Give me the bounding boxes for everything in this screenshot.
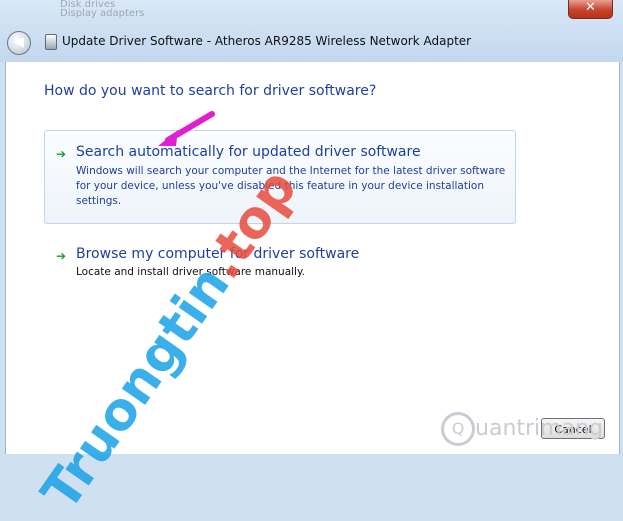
green-arrow-icon: ➔ (56, 249, 67, 263)
quantrimang-watermark: Quantrimang (441, 412, 603, 446)
background-window-text: Disk drives Display adapters (60, 0, 360, 18)
device-driver-icon (45, 34, 57, 50)
close-icon: ✕ (585, 0, 596, 15)
close-button[interactable]: ✕ (568, 0, 613, 19)
back-button[interactable]: ◀ (7, 31, 31, 55)
window-title: Update Driver Software - Atheros AR9285 … (62, 34, 472, 48)
browse-computer-title[interactable]: Browse my computer for driver software (76, 246, 359, 262)
green-arrow-icon: ➔ (56, 147, 67, 161)
quantrimang-logo-icon: Q (441, 412, 476, 446)
page-question: How do you want to search for driver sof… (44, 83, 377, 99)
annotation-arrow-icon (158, 111, 215, 146)
search-automatically-title[interactable]: Search automatically for updated driver … (76, 144, 421, 160)
dialog-content: How do you want to search for driver sof… (5, 62, 620, 454)
browse-computer-description: Locate and install driver software manua… (76, 266, 306, 278)
window-titlebar: Disk drives Display adapters ✕ ◀ Update … (0, 0, 623, 62)
search-automatically-description: Windows will search your computer and th… (76, 165, 506, 207)
quantrimang-text: uantrimang (475, 416, 603, 441)
background-line: Display adapters (60, 8, 145, 19)
back-arrow-icon: ◀ (14, 35, 24, 50)
